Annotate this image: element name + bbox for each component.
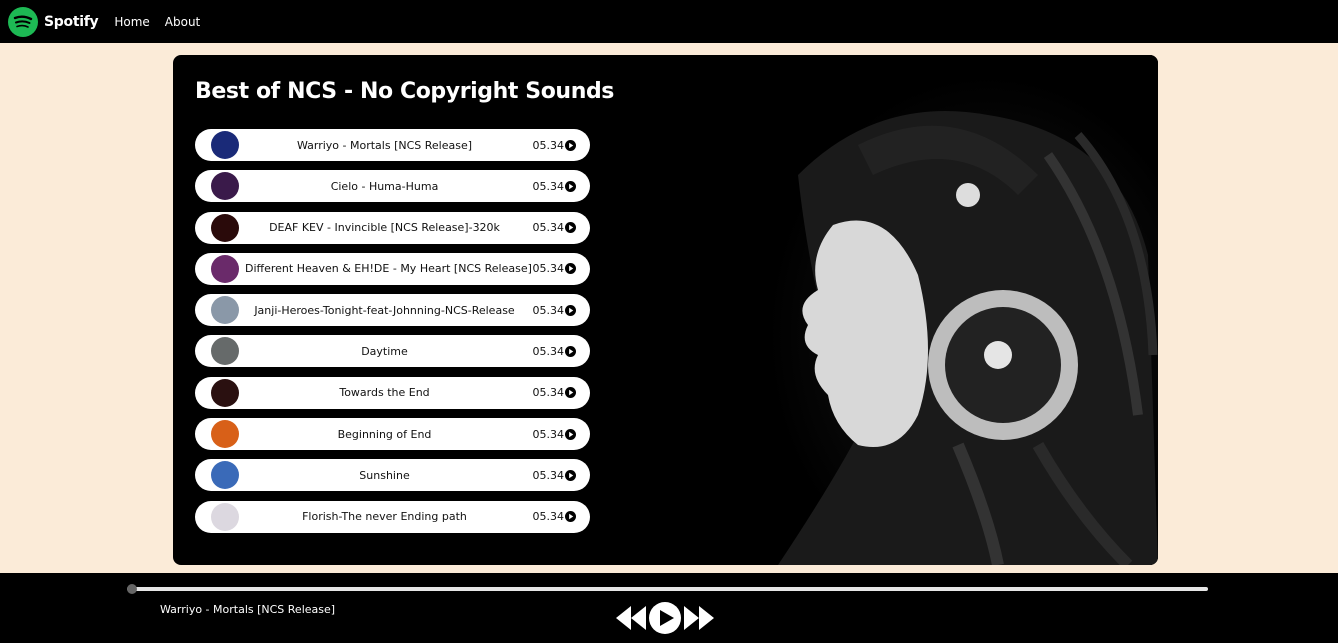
- song-cover: [211, 502, 239, 531]
- song-item[interactable]: Warriyo - Mortals [NCS Release] 05.34: [195, 129, 590, 161]
- song-cover: [211, 378, 239, 407]
- song-duration: 05.34: [532, 468, 565, 482]
- song-item[interactable]: Towards the End 05.34: [195, 376, 590, 409]
- song-cover: [211, 172, 239, 201]
- song-item[interactable]: Sunshine 05.34: [195, 459, 590, 492]
- song-duration: 05.34: [532, 510, 565, 524]
- nav-link-about[interactable]: About: [165, 15, 200, 29]
- song-cover: [211, 131, 239, 159]
- song-meta: 05.34: [532, 221, 576, 235]
- song-duration: 05.34: [532, 179, 565, 193]
- playlist-title: Best of NCS - No Copyright Sounds: [195, 79, 615, 104]
- nav-link-home[interactable]: Home: [114, 15, 149, 29]
- song-meta: 05.34: [532, 262, 576, 276]
- progress-thumb[interactable]: [127, 584, 137, 594]
- play-circle-icon[interactable]: [565, 222, 576, 234]
- song-meta: 05.34: [532, 427, 576, 441]
- song-item[interactable]: DEAF KEV - Invincible [NCS Release]-320k…: [195, 211, 590, 244]
- play-circle-icon[interactable]: [565, 263, 576, 275]
- song-item[interactable]: Cielo - Huma-Huma 05.34: [195, 170, 590, 203]
- play-circle-icon[interactable]: [565, 345, 576, 357]
- player-controls: [614, 601, 716, 635]
- play-circle-icon[interactable]: [565, 139, 576, 151]
- play-circle-icon[interactable]: [565, 304, 576, 316]
- navbar: Spotify Home About: [0, 0, 1338, 43]
- hero-image: [658, 55, 1158, 565]
- progress-bar[interactable]: [127, 584, 1208, 594]
- play-circle-icon[interactable]: [565, 469, 576, 481]
- bottom-player: Warriyo - Mortals [NCS Release]: [0, 573, 1338, 643]
- song-list: Warriyo - Mortals [NCS Release] 05.34 Ciel…: [195, 129, 590, 542]
- song-cover: [211, 296, 239, 325]
- play-icon[interactable]: [648, 601, 682, 635]
- previous-icon[interactable]: [614, 603, 648, 633]
- song-cover: [211, 213, 239, 242]
- song-duration: 05.34: [532, 303, 565, 317]
- spotify-logo-icon: [8, 6, 38, 37]
- play-circle-icon[interactable]: [565, 180, 576, 192]
- song-item[interactable]: Janji-Heroes-Tonight-feat-Johnning-NCS-R…: [195, 294, 590, 327]
- song-cover: [211, 337, 239, 366]
- song-meta: 05.34: [532, 344, 576, 358]
- song-meta: 05.34: [532, 303, 576, 317]
- next-icon[interactable]: [682, 603, 716, 633]
- playlist-container: Best of NCS - No Copyright Sounds Warriy…: [173, 55, 1158, 565]
- now-playing-title: Warriyo - Mortals [NCS Release]: [160, 603, 336, 616]
- song-name: Janji-Heroes-Tonight-feat-Johnning-NCS-R…: [254, 303, 515, 317]
- song-duration: 05.34: [532, 221, 565, 235]
- song-name: Florish-The never Ending path: [302, 510, 467, 524]
- song-duration: 05.34: [532, 138, 565, 152]
- song-name: DEAF KEV - Invincible [NCS Release]-320k: [269, 221, 500, 235]
- headphones-girl-illustration: [778, 111, 1158, 565]
- song-name: Warriyo - Mortals [NCS Release]: [296, 138, 473, 152]
- play-circle-icon[interactable]: [565, 428, 576, 440]
- song-item[interactable]: Beginning of End 05.34: [195, 418, 590, 451]
- song-duration: 05.34: [532, 262, 565, 276]
- song-cover: [211, 254, 239, 283]
- song-duration: 05.34: [532, 427, 565, 441]
- song-name: Sunshine: [359, 468, 410, 482]
- song-item[interactable]: Florish-The never Ending path 05.34: [195, 500, 590, 533]
- song-duration: 05.34: [532, 344, 565, 358]
- brand-name: Spotify: [44, 13, 99, 30]
- song-meta: 05.34: [532, 468, 576, 482]
- song-name: Beginning of End: [337, 427, 432, 441]
- song-name: Cielo - Huma-Huma: [330, 179, 439, 193]
- song-duration: 05.34: [532, 386, 565, 400]
- play-circle-icon[interactable]: [565, 387, 576, 399]
- play-circle-icon[interactable]: [565, 511, 576, 523]
- song-cover: [211, 461, 239, 490]
- song-name: Daytime: [361, 344, 408, 358]
- song-name: Towards the End: [339, 386, 430, 400]
- song-item[interactable]: Different Heaven & EH!DE - My Heart [NCS…: [195, 252, 590, 285]
- song-meta: 05.34: [532, 138, 576, 152]
- song-meta: 05.34: [532, 179, 576, 193]
- song-meta: 05.34: [532, 510, 576, 524]
- song-item[interactable]: Daytime 05.34: [195, 335, 590, 368]
- song-meta: 05.34: [532, 386, 576, 400]
- song-cover: [211, 420, 239, 449]
- logo[interactable]: Spotify: [8, 6, 114, 37]
